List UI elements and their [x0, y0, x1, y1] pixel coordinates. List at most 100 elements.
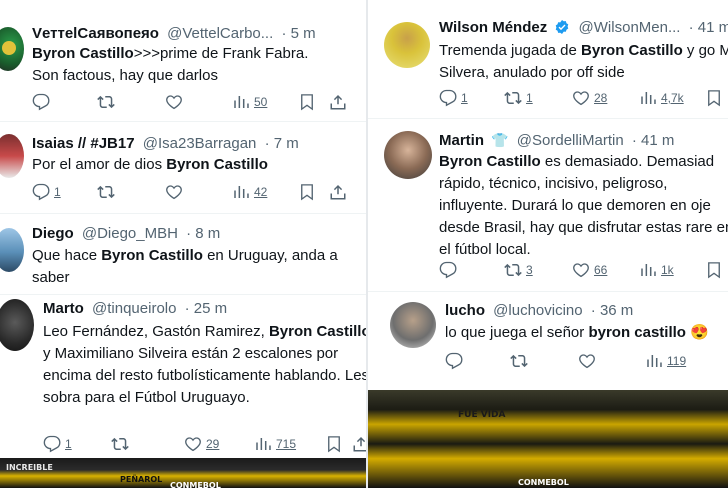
- views-icon: [234, 186, 249, 198]
- tweet-text: Tremenda jugada de Byron Castillo y go M…: [439, 42, 728, 81]
- reply-icon: [439, 89, 457, 107]
- avatar[interactable]: [0, 27, 24, 71]
- author-handle[interactable]: @Isa23Barragan: [143, 135, 257, 152]
- retweet-button[interactable]: 3: [504, 261, 533, 279]
- timestamp[interactable]: · 36 m: [591, 302, 634, 319]
- retweet-icon: [97, 185, 115, 199]
- reply-button[interactable]: 1: [43, 435, 72, 453]
- views-button[interactable]: 4,7k: [639, 89, 684, 107]
- retweet-button[interactable]: [510, 352, 528, 370]
- author-name[interactable]: Isaias // #JB17: [32, 135, 135, 152]
- like-button[interactable]: 66: [572, 261, 607, 279]
- reply-button[interactable]: [445, 352, 463, 370]
- reply-button[interactable]: [32, 93, 50, 111]
- like-button[interactable]: 29: [184, 435, 219, 453]
- share-button[interactable]: [329, 93, 347, 111]
- bookmark-button[interactable]: [298, 93, 316, 111]
- like-icon: [166, 185, 182, 200]
- banner-text: FUE VIDA: [458, 410, 506, 420]
- views-button[interactable]: 715: [254, 435, 296, 453]
- author-handle[interactable]: @VettelCarbo...: [167, 25, 273, 42]
- bookmark-icon: [328, 436, 340, 453]
- share-button[interactable]: [352, 435, 366, 453]
- reply-button[interactable]: 1: [439, 89, 468, 107]
- bookmark-button[interactable]: [705, 89, 723, 107]
- reply-button[interactable]: 1: [32, 183, 61, 201]
- bookmark-button[interactable]: [298, 183, 316, 201]
- tweet-header: Wilson Méndez @WilsonMen... · 41 m: [439, 18, 728, 38]
- author-name[interactable]: lucho: [445, 302, 485, 319]
- tweet-diego[interactable]: Diego @Diego_MBH · 8 m Que hace Byron Ca…: [0, 214, 366, 294]
- tweet-wilson[interactable]: Wilson Méndez @WilsonMen... · 41 m Treme…: [368, 0, 728, 118]
- views-count: 715: [276, 437, 297, 451]
- views-count: 42: [254, 185, 268, 199]
- reply-count: 1: [65, 437, 72, 451]
- author-handle[interactable]: @Diego_MBH: [82, 225, 178, 242]
- retweet-button[interactable]: 1: [504, 89, 533, 107]
- views-button[interactable]: 119: [645, 352, 686, 370]
- avatar[interactable]: [0, 299, 34, 351]
- like-button[interactable]: [165, 183, 183, 201]
- avatar[interactable]: [0, 228, 24, 272]
- retweet-button[interactable]: [97, 93, 115, 111]
- tweet-text: Leo Fernández, Gastón Ramirez, Byron Cas…: [43, 323, 366, 406]
- timestamp[interactable]: · 8 m: [186, 225, 220, 242]
- tweet-header: VеттеlСаявопеяо @VettelCarbo... · 5 m: [32, 24, 316, 44]
- timestamp[interactable]: · 41 m: [689, 19, 728, 36]
- action-bar: 3 66 1k: [439, 261, 728, 281]
- timestamp[interactable]: · 41 m: [632, 132, 675, 149]
- views-icon: [256, 438, 271, 450]
- share-icon: [330, 94, 346, 110]
- author-name[interactable]: Martin: [439, 132, 484, 149]
- banner-text: PEÑAROL: [120, 475, 163, 484]
- tweet-marto[interactable]: Marto @tinqueirolo · 25 m Leo Fernández,…: [0, 295, 366, 458]
- author-name[interactable]: Diego: [32, 225, 74, 242]
- retweet-icon: [111, 437, 129, 451]
- retweet-button[interactable]: [97, 183, 115, 201]
- bookmark-button[interactable]: [705, 261, 723, 279]
- like-button[interactable]: 28: [572, 89, 607, 107]
- tweet-martin[interactable]: Martin 👕 @SordelliMartin · 41 m Byron Ca…: [368, 119, 728, 291]
- like-icon: [166, 95, 182, 110]
- reply-button[interactable]: [439, 261, 457, 279]
- avatar[interactable]: [384, 131, 432, 179]
- bookmark-button[interactable]: [325, 435, 343, 453]
- avatar[interactable]: [390, 302, 436, 348]
- timestamp[interactable]: · 5 m: [281, 25, 315, 42]
- like-button[interactable]: [165, 93, 183, 111]
- author-name[interactable]: Marto: [43, 300, 84, 317]
- views-button[interactable]: 50: [232, 93, 267, 111]
- right-screenshot: Wilson Méndez @WilsonMen... · 41 m Treme…: [368, 0, 728, 390]
- retweet-button[interactable]: [111, 435, 129, 453]
- like-icon: [573, 263, 589, 278]
- tweet-isaias[interactable]: Isaias // #JB17 @Isa23Barragan · 7 m Por…: [0, 122, 366, 212]
- retweet-icon: [510, 354, 528, 368]
- avatar[interactable]: [0, 134, 24, 178]
- author-handle[interactable]: @WilsonMen...: [579, 19, 681, 36]
- author-handle[interactable]: @luchovicino: [493, 302, 582, 319]
- tweet-text: Por el amor de dios Byron Castillo: [32, 156, 268, 173]
- timestamp[interactable]: · 25 m: [185, 300, 228, 317]
- like-button[interactable]: [578, 352, 596, 370]
- author-name[interactable]: VеттеlСаявопеяо: [32, 25, 159, 42]
- views-button[interactable]: 42: [232, 183, 267, 201]
- share-button[interactable]: [329, 183, 347, 201]
- reply-icon: [43, 435, 61, 453]
- author-handle[interactable]: @tinqueirolo: [92, 300, 176, 317]
- timestamp[interactable]: · 7 m: [265, 135, 299, 152]
- views-icon: [647, 355, 662, 367]
- author-name[interactable]: Wilson Méndez: [439, 19, 547, 36]
- avatar[interactable]: [384, 22, 430, 68]
- views-icon: [641, 264, 656, 276]
- share-icon: [330, 184, 346, 200]
- author-handle[interactable]: @SordelliMartin: [517, 132, 624, 149]
- tweet-text: Byron Castillo es demasiado. Demasiad rá…: [439, 153, 728, 258]
- tweet-header: Marto @tinqueirolo · 25 m: [43, 299, 227, 319]
- share-icon: [353, 436, 366, 452]
- views-button[interactable]: 1k: [639, 261, 674, 279]
- tweet-vettel[interactable]: VеттеlСаявопеяо @VettelCarbo... · 5 m By…: [0, 0, 366, 121]
- bookmark-icon: [301, 184, 313, 201]
- reply-icon: [32, 183, 50, 201]
- action-bar: 1 42: [32, 183, 352, 203]
- tweet-lucho[interactable]: lucho @luchovicino · 36 m lo que juega e…: [368, 292, 728, 390]
